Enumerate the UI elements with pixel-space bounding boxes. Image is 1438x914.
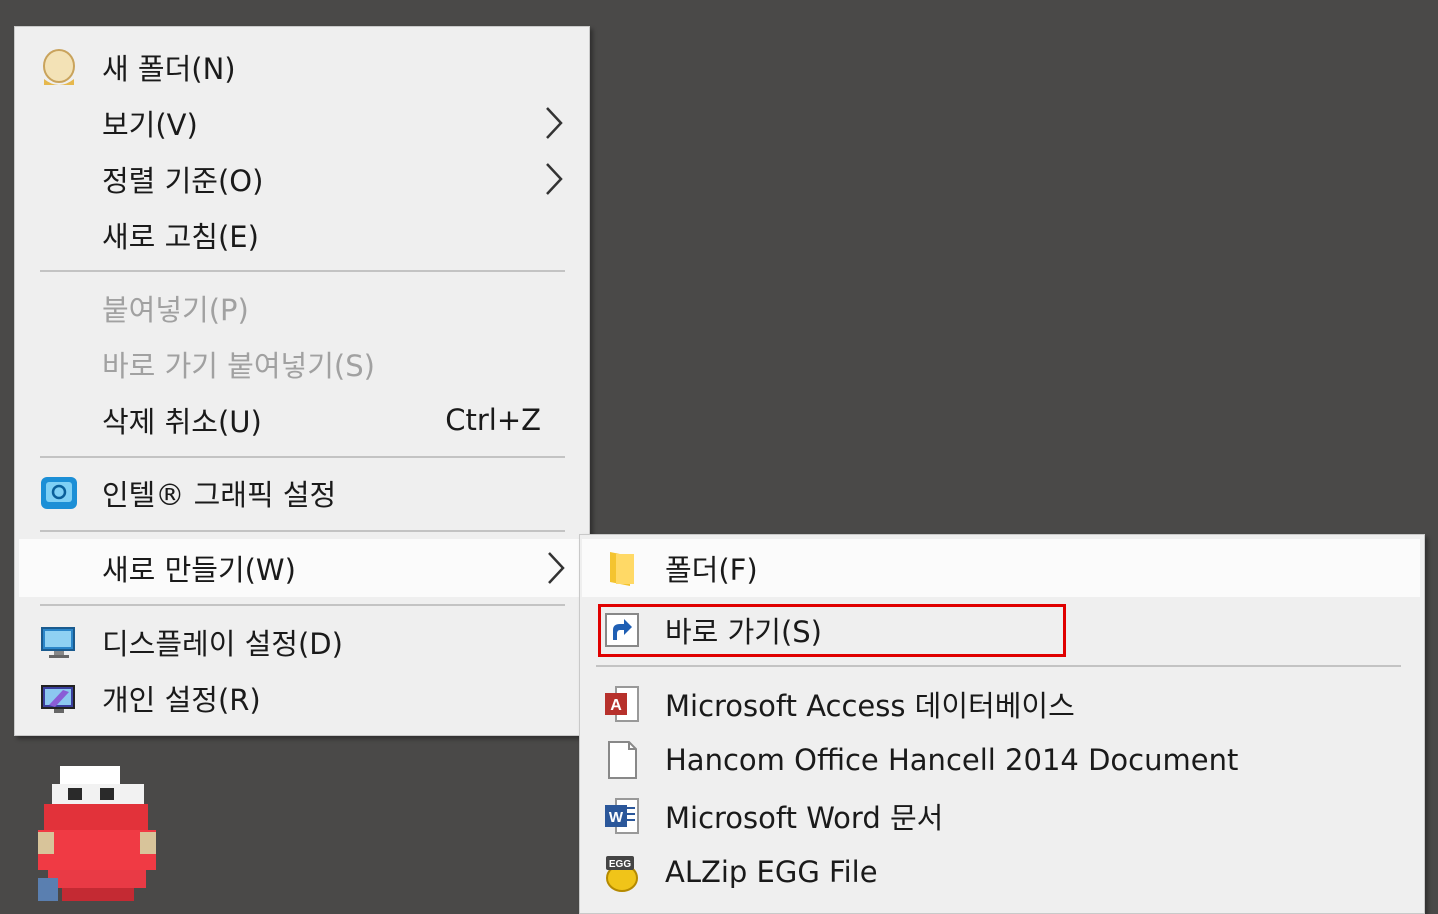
chevron-right-icon <box>546 163 563 195</box>
desktop-app-icon[interactable] <box>38 766 160 901</box>
menu-item-intel-graphics[interactable]: 인텔® 그래픽 설정 <box>15 465 589 521</box>
menu-item-refresh[interactable]: 새로 고침(E) <box>15 207 589 263</box>
menu-label: 붙여넣기(P) <box>102 293 249 327</box>
personalize-icon <box>41 685 75 713</box>
menu-item-paste-shortcut[interactable]: 바로 가기 붙여넣기(S) <box>15 336 589 392</box>
menu-separator <box>40 270 565 272</box>
menu-label: 폴더(F) <box>665 553 758 587</box>
menu-item-view[interactable]: 보기(V) <box>15 95 589 151</box>
menu-separator <box>40 604 565 606</box>
submenu-item-folder[interactable]: 폴더(F) <box>582 539 1420 597</box>
submenu-item-access-database[interactable]: A Microsoft Access 데이터베이스 <box>580 676 1424 732</box>
menu-label: Microsoft Word 문서 <box>665 801 944 835</box>
menu-item-sort-by[interactable]: 정렬 기준(O) <box>15 151 589 207</box>
menu-item-display-settings[interactable]: 디스플레이 설정(D) <box>15 614 589 670</box>
submenu-item-alzip-egg[interactable]: EGG ALZip EGG File <box>580 844 1424 900</box>
new-submenu: 폴더(F) 바로 가기(S) A Microsoft Access 데이터베이스… <box>579 534 1425 914</box>
menu-label: ALZip EGG File <box>665 855 878 889</box>
menu-label: 디스플레이 설정(D) <box>102 627 343 661</box>
user-folder-icon <box>43 49 75 85</box>
menu-separator <box>40 456 565 458</box>
menu-item-personalize[interactable]: 개인 설정(R) <box>15 670 589 726</box>
menu-label: 새로 고침(E) <box>102 220 259 254</box>
menu-label: 새 폴더(N) <box>102 52 236 86</box>
menu-item-undo-delete[interactable]: 삭제 취소(U) Ctrl+Z <box>15 392 589 448</box>
word-icon: W <box>605 798 639 834</box>
menu-separator <box>596 665 1401 667</box>
menu-label: 새로 만들기(W) <box>102 553 296 587</box>
display-icon <box>41 627 75 658</box>
menu-label: 바로 가기 붙여넣기(S) <box>102 349 375 383</box>
access-icon-letter: A <box>610 697 622 714</box>
menu-item-new[interactable]: 새로 만들기(W) <box>19 539 587 597</box>
menu-label: 보기(V) <box>102 108 198 142</box>
menu-label: Hancom Office Hancell 2014 Document <box>665 743 1239 777</box>
menu-item-paste[interactable]: 붙여넣기(P) <box>15 280 589 336</box>
submenu-item-word-document[interactable]: W Microsoft Word 문서 <box>580 788 1424 844</box>
folder-icon <box>610 552 634 586</box>
menu-label: 정렬 기준(O) <box>102 164 264 198</box>
menu-label: 인텔® 그래픽 설정 <box>102 478 337 512</box>
blank-document-icon <box>608 741 637 779</box>
chevron-right-icon <box>548 552 565 584</box>
menu-label: 삭제 취소(U) <box>102 405 262 439</box>
chevron-right-icon <box>546 107 563 139</box>
menu-label: 개인 설정(R) <box>102 683 261 717</box>
menu-separator <box>40 530 565 532</box>
access-icon: A <box>605 686 639 722</box>
egg-file-icon: EGG <box>606 856 638 892</box>
submenu-item-hancell-document[interactable]: Hancom Office Hancell 2014 Document <box>580 732 1424 788</box>
egg-icon-label: EGG <box>609 859 631 870</box>
shortcut-text: Ctrl+Z <box>445 403 541 437</box>
highlight-outline <box>598 604 1066 657</box>
menu-item-new-folder[interactable]: 새 폴더(N) <box>15 39 589 95</box>
intel-graphics-icon <box>41 477 77 509</box>
word-icon-letter: W <box>609 809 624 826</box>
desktop-context-menu: 새 폴더(N) 보기(V) 정렬 기준(O) 새로 고침(E) 붙여넣기(P) … <box>14 26 590 736</box>
menu-label: Microsoft Access 데이터베이스 <box>665 689 1075 723</box>
